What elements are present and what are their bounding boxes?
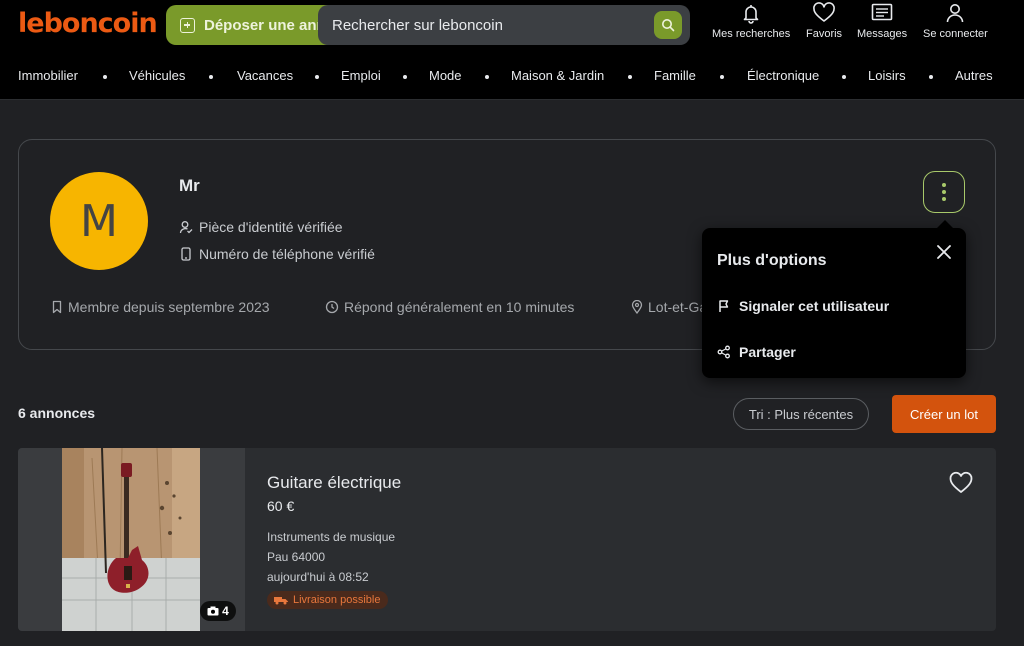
category-link[interactable]: Famille — [654, 68, 696, 83]
clock-icon — [325, 300, 339, 314]
category-link[interactable]: Immobilier — [18, 68, 78, 83]
category-separator — [403, 75, 407, 79]
id-verified-row: Pièce d'identité vérifiée — [179, 219, 343, 235]
kebab-dot — [942, 197, 946, 201]
category-separator — [485, 75, 489, 79]
ad-count: 6 annonces — [18, 405, 96, 421]
category-link[interactable]: Loisirs — [868, 68, 906, 83]
category-link[interactable]: Véhicules — [129, 68, 185, 83]
search-input[interactable] — [332, 16, 632, 34]
category-separator — [315, 75, 319, 79]
nav-favorites[interactable]: Favoris — [806, 2, 842, 46]
report-user-option[interactable]: Signaler cet utilisateur — [717, 298, 889, 314]
phone-verified-row: Numéro de téléphone vérifié — [179, 246, 375, 262]
share-option[interactable]: Partager — [717, 344, 796, 360]
more-options-button[interactable] — [923, 171, 965, 213]
delivery-truck-icon — [274, 597, 288, 605]
category-link[interactable]: Électronique — [747, 68, 819, 83]
camera-icon — [207, 606, 219, 616]
guitar-photo-illustration — [62, 448, 200, 631]
category-separator — [628, 75, 632, 79]
category-link[interactable]: Vacances — [237, 68, 293, 83]
category-link[interactable]: Autres — [955, 68, 993, 83]
photo-count-badge: 4 — [200, 601, 236, 621]
ad-photo — [62, 448, 200, 631]
avatar: M — [50, 172, 148, 270]
heart-icon — [813, 2, 835, 22]
response-time: Répond généralement en 10 minutes — [325, 299, 574, 315]
id-verified-icon — [179, 221, 193, 234]
category-separator — [929, 75, 933, 79]
category-separator — [720, 75, 724, 79]
kebab-dot — [942, 183, 946, 187]
flag-icon — [719, 300, 729, 312]
leboncoin-logo[interactable]: leboncoin — [18, 8, 158, 39]
nav-login[interactable]: Se connecter — [923, 2, 988, 46]
category-link[interactable]: Mode — [429, 68, 462, 83]
category-link[interactable]: Emploi — [341, 68, 381, 83]
user-icon — [947, 4, 964, 23]
seller-name: Mr — [179, 176, 200, 195]
ad-category: Instruments de musique — [267, 530, 396, 544]
search-button[interactable] — [654, 11, 682, 39]
ad-price: 60 € — [267, 498, 295, 514]
close-icon[interactable] — [934, 242, 954, 262]
sort-button[interactable]: Tri : Plus récentes — [733, 398, 869, 430]
ad-location: Pau 64000 — [267, 550, 326, 564]
bookmark-icon — [52, 300, 62, 314]
category-separator — [842, 75, 846, 79]
category-separator — [209, 75, 213, 79]
member-since: Membre depuis septembre 2023 — [51, 299, 270, 315]
category-bar: Immobilier Véhicules Vacances Emploi Mod… — [0, 62, 1024, 92]
nav-saved-searches[interactable]: Mes recherches — [712, 2, 790, 46]
nav-messages[interactable]: Messages — [857, 2, 907, 46]
message-icon — [871, 3, 893, 21]
ad-title[interactable]: Guitare électrique — [267, 473, 401, 493]
post-ad-button[interactable]: Déposer une annonce — [166, 5, 336, 45]
phone-verified-icon — [181, 247, 191, 261]
delivery-badge: Livraison possible — [267, 591, 389, 609]
more-options-popover: Plus d'options Signaler cet utilisateur … — [702, 220, 966, 378]
popover-title: Plus d'options — [717, 252, 827, 269]
share-icon — [717, 345, 730, 359]
location-pin-icon — [631, 300, 643, 314]
create-lot-button[interactable]: Créer un lot — [892, 395, 996, 433]
category-link[interactable]: Maison & Jardin — [511, 68, 604, 83]
bell-icon — [743, 5, 759, 24]
ad-date: aujourd'hui à 08:52 — [267, 570, 369, 584]
plus-square-icon — [180, 17, 195, 33]
search-bar — [318, 5, 690, 45]
search-icon — [662, 19, 675, 32]
favorite-heart-icon[interactable] — [948, 470, 974, 496]
top-header: leboncoin Déposer une annonce Mes recher… — [0, 0, 1024, 100]
category-separator — [103, 75, 107, 79]
popover-arrow — [937, 220, 953, 228]
post-ad-label: Déposer une annonce — [204, 16, 336, 34]
ad-image-area: 4 — [18, 448, 245, 631]
ad-card[interactable]: 4 Guitare électrique 60 € Instruments de… — [18, 448, 996, 631]
kebab-dot — [942, 190, 946, 194]
